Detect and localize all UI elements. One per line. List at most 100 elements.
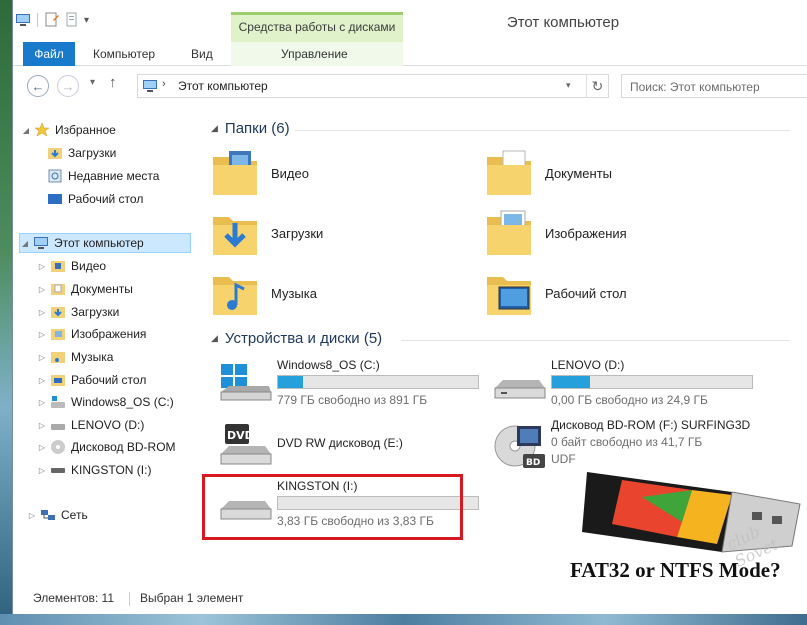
drive-item[interactable]: LENOVO (D:) 0,00 ГБ свободно из 24,9 ГБ bbox=[493, 358, 758, 416]
collapsed-icon[interactable]: ▷ bbox=[37, 443, 47, 452]
downloads-folder-icon bbox=[51, 307, 65, 318]
dvd-drive-icon: DVD bbox=[220, 424, 272, 465]
refresh-button[interactable]: ↻ bbox=[586, 75, 608, 97]
nav-network[interactable]: ▷ Сеть bbox=[27, 505, 88, 525]
back-button[interactable]: ← bbox=[27, 75, 49, 97]
expanded-icon[interactable]: ◢ bbox=[21, 126, 31, 135]
quick-access-toolbar: ▾ bbox=[15, 12, 89, 28]
nav-pictures[interactable]: ▷ Изображения bbox=[37, 324, 147, 344]
arrow-left-icon: ← bbox=[31, 78, 45, 94]
taskbar-background bbox=[0, 614, 807, 625]
star-icon bbox=[34, 122, 50, 137]
drive-item[interactable]: Windows8_OS (C:) 779 ГБ свободно из 891 … bbox=[219, 358, 484, 416]
tab-computer[interactable]: Компьютер bbox=[93, 42, 155, 66]
recent-places-icon bbox=[48, 169, 62, 183]
folder-item[interactable]: Музыка bbox=[211, 267, 471, 321]
address-dropdown-icon[interactable]: ▾ bbox=[566, 80, 571, 91]
up-button[interactable]: ↑ bbox=[109, 74, 117, 91]
collapsed-icon[interactable]: ▷ bbox=[37, 421, 47, 430]
recent-locations-icon[interactable]: ▾ bbox=[90, 77, 95, 88]
pictures-folder-icon bbox=[487, 210, 531, 255]
collapsed-icon[interactable]: ▷ bbox=[37, 308, 47, 317]
collapsed-icon[interactable]: ▷ bbox=[27, 511, 37, 520]
computer-icon bbox=[34, 237, 48, 249]
documents-folder-icon bbox=[51, 284, 65, 295]
tab-manage[interactable]: Управление bbox=[281, 42, 348, 66]
bd-rom-icon: BD bbox=[494, 425, 545, 468]
address-bar[interactable]: › Этот компьютер ▾ ↻ bbox=[137, 74, 609, 98]
bd-rom-icon bbox=[51, 440, 65, 454]
computer-icon bbox=[143, 80, 157, 92]
selection-count: Выбран 1 элемент bbox=[140, 591, 244, 605]
nav-this-computer[interactable]: ◢ Этот компьютер bbox=[19, 233, 191, 253]
music-folder-icon bbox=[213, 277, 257, 315]
nav-drive-d[interactable]: ▷ LENOVO (D:) bbox=[37, 415, 144, 435]
nav-desktop[interactable]: ▷ Рабочий стол bbox=[37, 370, 146, 390]
item-count: Элементов: 11 bbox=[33, 591, 114, 605]
nav-video[interactable]: ▷ Видео bbox=[37, 256, 106, 276]
customize-qat-icon[interactable]: ▾ bbox=[84, 15, 89, 26]
collapsed-icon[interactable]: ▷ bbox=[37, 285, 47, 294]
highlight-frame bbox=[202, 474, 463, 540]
hard-drive-icon bbox=[494, 380, 546, 399]
collapsed-icon[interactable]: ▷ bbox=[37, 376, 47, 385]
network-icon bbox=[41, 510, 55, 520]
collapsed-icon[interactable]: ▷ bbox=[37, 466, 47, 475]
nav-favorites[interactable]: ◢ Избранное bbox=[21, 120, 116, 140]
desktop-background bbox=[0, 0, 12, 625]
ribbon-tabs: Файл Компьютер Вид Управление bbox=[13, 42, 807, 66]
collapsed-icon[interactable]: ▷ bbox=[37, 262, 47, 271]
arrow-right-icon: → bbox=[61, 78, 75, 94]
folder-item[interactable]: Видео bbox=[211, 147, 471, 201]
desktop-icon bbox=[48, 194, 62, 204]
nav-favorites-desktop[interactable]: Рабочий стол bbox=[47, 189, 143, 209]
svg-text:DVD: DVD bbox=[227, 429, 254, 442]
folders-group-header[interactable]: ◢ Папки (6) bbox=[211, 120, 290, 137]
breadcrumb-separator-icon[interactable]: › bbox=[162, 78, 166, 90]
tab-file[interactable]: Файл bbox=[23, 42, 75, 66]
music-folder-icon bbox=[51, 352, 65, 363]
window-title: Этот компьютер bbox=[506, 14, 620, 31]
folder-item[interactable]: Изображения bbox=[485, 207, 745, 261]
folder-item[interactable]: Загрузки bbox=[211, 207, 471, 261]
computer-icon[interactable] bbox=[15, 12, 31, 28]
breadcrumb[interactable]: Этот компьютер bbox=[178, 79, 268, 93]
search-input[interactable]: Поиск: Этот компьютер bbox=[621, 74, 807, 98]
properties-icon[interactable] bbox=[44, 12, 60, 28]
nav-music[interactable]: ▷ Музыка bbox=[37, 347, 114, 367]
new-folder-icon[interactable] bbox=[64, 12, 80, 28]
svg-text:BD: BD bbox=[526, 458, 540, 468]
desktop-folder-icon bbox=[487, 277, 531, 315]
forward-button[interactable]: → bbox=[57, 75, 79, 97]
nav-documents[interactable]: ▷ Документы bbox=[37, 279, 133, 299]
disk-tools-context-tab: Средства работы с дисками bbox=[231, 12, 403, 42]
hard-drive-icon bbox=[51, 424, 65, 430]
usb-drive-icon bbox=[51, 468, 65, 473]
video-folder-icon bbox=[213, 151, 257, 195]
windows-drive-icon bbox=[220, 364, 272, 401]
tab-view[interactable]: Вид bbox=[191, 42, 213, 66]
status-bar: Элементов: 11 Выбран 1 элемент bbox=[13, 588, 807, 610]
drive-usage-bar bbox=[551, 375, 753, 389]
nav-drive-kingston[interactable]: ▷ KINGSTON (I:) bbox=[37, 460, 152, 480]
drive-item[interactable]: DVD DVD RW дисковод (E:) bbox=[219, 418, 484, 476]
downloads-folder-icon bbox=[213, 217, 257, 255]
folder-item[interactable]: Документы bbox=[485, 147, 745, 201]
collapsed-icon[interactable]: ▷ bbox=[37, 398, 47, 407]
nav-favorites-downloads[interactable]: Загрузки bbox=[47, 143, 116, 163]
expanded-icon[interactable]: ◢ bbox=[211, 333, 218, 344]
nav-drive-bd[interactable]: ▷ Дисковод BD-ROM bbox=[37, 437, 176, 457]
folder-item[interactable]: Рабочий стол bbox=[485, 267, 745, 321]
nav-favorites-recent[interactable]: Недавние места bbox=[47, 166, 159, 186]
devices-group-header[interactable]: ◢ Устройства и диски (5) bbox=[211, 330, 382, 347]
downloads-folder-icon bbox=[48, 148, 62, 159]
pictures-folder-icon bbox=[51, 329, 65, 340]
nav-downloads[interactable]: ▷ Загрузки bbox=[37, 302, 119, 322]
collapsed-icon[interactable]: ▷ bbox=[37, 330, 47, 339]
collapsed-icon[interactable]: ▷ bbox=[37, 353, 47, 362]
expanded-icon[interactable]: ◢ bbox=[20, 239, 30, 248]
nav-drive-c[interactable]: ▷ Windows8_OS (C:) bbox=[37, 392, 174, 412]
expanded-icon[interactable]: ◢ bbox=[211, 123, 218, 134]
desktop-folder-icon bbox=[51, 375, 65, 386]
drive-usage-fill bbox=[278, 376, 304, 388]
